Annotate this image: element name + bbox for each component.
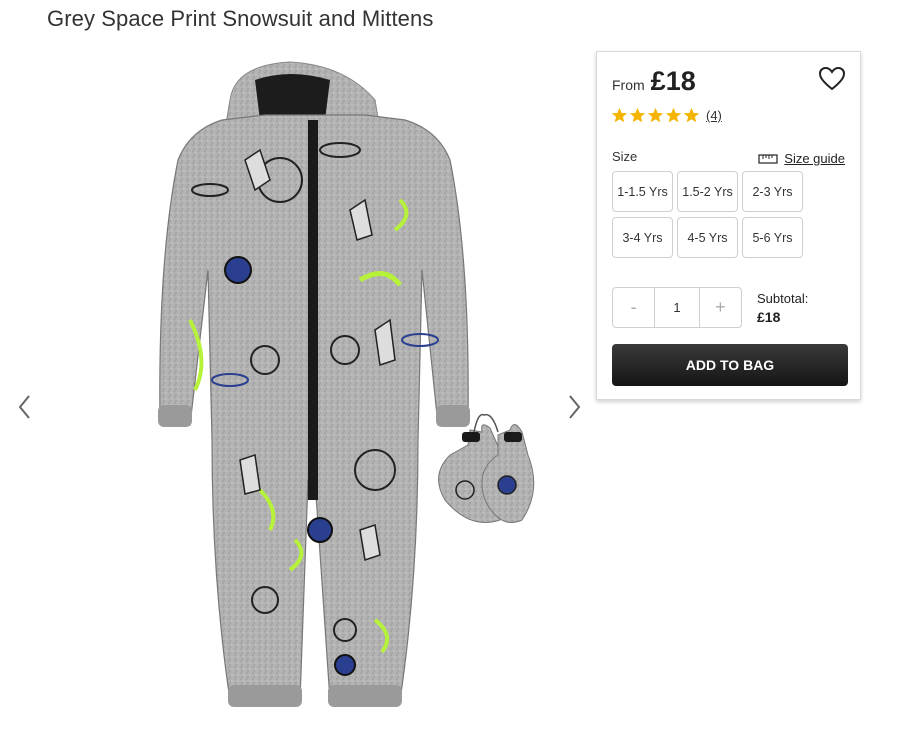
purchase-panel: From £18 (4) Size Size guide 1-1.5 Yrs 1…	[596, 51, 861, 400]
quantity-decrement-button[interactable]: -	[613, 288, 654, 327]
size-guide-label: Size guide	[784, 151, 845, 166]
size-option[interactable]: 4-5 Yrs	[677, 217, 738, 258]
product-page: Grey Space Print Snowsuit and Mittens Fr…	[0, 0, 897, 739]
chevron-right-icon	[569, 395, 581, 419]
star-icon	[665, 107, 682, 123]
size-option[interactable]: 1-1.5 Yrs	[612, 171, 673, 212]
quantity-stepper: - 1 +	[612, 287, 742, 328]
size-label: Size	[612, 149, 638, 164]
star-icon	[611, 107, 628, 123]
quantity-input[interactable]: 1	[654, 288, 700, 327]
gallery-next-button[interactable]	[564, 392, 584, 422]
gallery-prev-button[interactable]	[15, 392, 35, 422]
size-guide-link[interactable]: Size guide	[758, 151, 845, 166]
star-icon	[647, 107, 664, 123]
price-row: From £18	[612, 66, 696, 97]
ruler-icon	[758, 153, 778, 164]
product-title: Grey Space Print Snowsuit and Mittens	[47, 6, 434, 31]
wishlist-button[interactable]	[818, 66, 846, 92]
subtotal-label: Subtotal:	[757, 291, 809, 306]
star-icon	[629, 107, 646, 123]
product-gallery	[0, 50, 595, 739]
star-rating: (4)	[611, 107, 722, 124]
subtotal: Subtotal: £18	[757, 290, 808, 326]
size-option[interactable]: 2-3 Yrs	[742, 171, 803, 212]
product-image	[158, 61, 535, 707]
price-from-label: From	[612, 77, 645, 93]
add-to-bag-button[interactable]: ADD TO BAG	[612, 344, 848, 386]
star-icon	[683, 107, 700, 123]
size-option[interactable]: 1.5-2 Yrs	[677, 171, 738, 212]
size-option[interactable]: 3-4 Yrs	[612, 217, 673, 258]
size-options: 1-1.5 Yrs 1.5-2 Yrs 2-3 Yrs 3-4 Yrs 4-5 …	[612, 171, 812, 258]
price-value: £18	[650, 66, 696, 96]
size-option[interactable]: 5-6 Yrs	[742, 217, 803, 258]
review-count-link[interactable]: (4)	[706, 108, 722, 123]
chevron-left-icon	[18, 395, 30, 419]
quantity-increment-button[interactable]: +	[700, 288, 741, 327]
subtotal-value: £18	[757, 309, 781, 325]
heart-icon	[818, 66, 846, 91]
